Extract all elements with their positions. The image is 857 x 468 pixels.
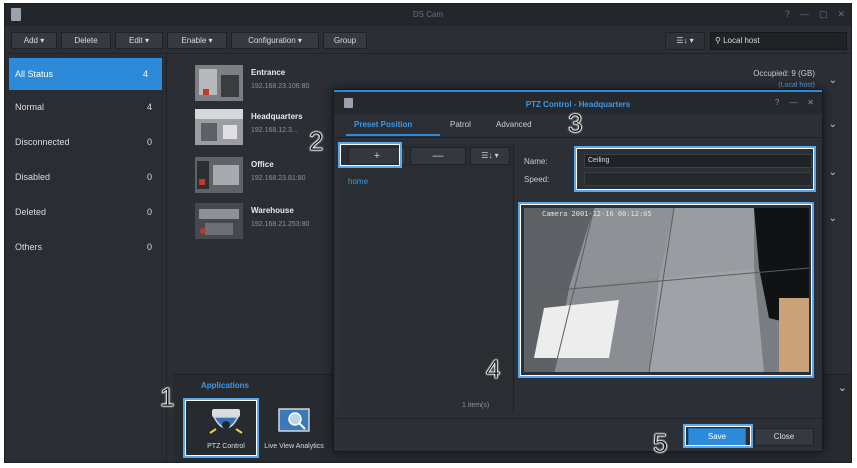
sidebar-item-label: Deleted [15, 207, 47, 217]
step-number-3: 3 [568, 108, 583, 139]
camera-thumbnail [195, 203, 243, 239]
sidebar-item-deleted[interactable]: Deleted 0 [5, 195, 166, 230]
sidebar-item-label: All Status [15, 69, 54, 79]
list-item-home[interactable]: home [348, 177, 368, 186]
camera-thumbnail [195, 65, 243, 101]
window-controls: ? — ▢ ✕ [785, 9, 845, 20]
step-number-4: 4 [486, 354, 501, 385]
dialog-controls: ? — ✕ [775, 98, 814, 107]
sidebar-item-label: Disabled [15, 172, 51, 182]
camera-name: Office [251, 160, 274, 169]
status-sidebar: All Status 4 Normal 4 Disconnected 0 Dis… [5, 55, 167, 462]
camera-ip: 192.168.12.3... [251, 127, 298, 134]
applications-title: Applications [201, 381, 250, 390]
tab-patrol[interactable]: Patrol [450, 120, 471, 129]
camera-ip: 192.168.23.106:80 [251, 83, 310, 90]
remove-preset-button[interactable]: — [410, 147, 466, 165]
sidebar-item-count: 4 [146, 102, 152, 112]
app-label: Live View Analytics [264, 443, 324, 450]
sidebar-item-label: Normal [15, 102, 45, 112]
sidebar-item-disabled[interactable]: Disabled 0 [5, 160, 166, 195]
step-number-1: 1 [160, 382, 175, 413]
edit-button[interactable]: Edit ▾ [115, 32, 163, 49]
toolbar: Add ▾ Delete Edit ▾ Enable ▾ Configurati… [5, 28, 851, 54]
minus-icon: — [432, 150, 444, 162]
window-title: DS Cam [412, 10, 444, 19]
chevron-down-icon[interactable]: ⌄ [829, 119, 837, 130]
camera-thumbnail [195, 109, 243, 145]
sidebar-item-count: 4 [142, 69, 148, 79]
camera-ip: 192.168.23.81:80 [251, 175, 306, 182]
sidebar-item-all-status[interactable]: All Status 4 [9, 58, 162, 90]
add-button[interactable]: Add ▾ [11, 32, 57, 49]
configuration-button[interactable]: Configuration ▾ [231, 32, 319, 49]
storage-occupied: Occupied: 9 (GB) [753, 69, 815, 78]
active-tab-indicator [346, 134, 440, 136]
step-number-5: 5 [653, 428, 668, 459]
chevron-down-icon[interactable]: ⌄ [829, 167, 837, 178]
minimize-icon[interactable]: — [800, 9, 809, 20]
highlight-preview [518, 202, 814, 378]
highlight-ptz-control [183, 398, 259, 458]
help-icon[interactable]: ? [785, 9, 790, 20]
sidebar-item-count: 0 [146, 242, 152, 252]
highlight-name-speed [574, 146, 816, 192]
highlight-add-preset [338, 142, 402, 168]
tab-advanced[interactable]: Advanced [496, 120, 532, 129]
highlight-save [683, 424, 753, 448]
maximize-icon[interactable]: ▢ [819, 9, 828, 20]
sidebar-item-label: Disconnected [15, 137, 70, 147]
view-toggle[interactable]: ☰↓ ▾ [665, 32, 705, 50]
enable-button[interactable]: Enable ▾ [167, 32, 227, 49]
sidebar-item-count: 0 [146, 172, 152, 182]
sidebar-item-disconnected[interactable]: Disconnected 0 [5, 125, 166, 160]
help-icon[interactable]: ? [775, 98, 779, 107]
sidebar-item-normal[interactable]: Normal 4 [5, 90, 166, 125]
speed-label: Speed: [524, 175, 550, 184]
local-host-link[interactable]: (Local host) [778, 82, 815, 89]
camera-name: Entrance [251, 68, 286, 77]
footer-divider [334, 418, 822, 419]
chevron-down-icon[interactable]: ⌄ [829, 213, 837, 224]
close-button[interactable]: Close [754, 428, 814, 446]
sidebar-item-count: 0 [146, 137, 152, 147]
close-icon[interactable]: ✕ [807, 98, 814, 107]
title-bar: DS Cam ? — ▢ ✕ [5, 4, 851, 26]
search-icon: ⚲ [715, 36, 724, 45]
search-value: Local host [723, 36, 760, 45]
close-icon[interactable]: ✕ [837, 9, 845, 20]
camera-ip: 192.168.21.253:80 [251, 221, 310, 228]
step-number-2: 2 [309, 126, 324, 157]
items-count: 1 item(s) [462, 402, 490, 409]
tab-preset-position[interactable]: Preset Position [354, 120, 412, 129]
delete-button[interactable]: Delete [61, 32, 111, 49]
sidebar-item-label: Others [15, 242, 43, 252]
sort-menu-button[interactable]: ☰↓ ▾ [470, 147, 510, 165]
camera-thumbnail [195, 157, 243, 193]
minimize-icon[interactable]: — [789, 98, 797, 107]
sidebar-item-others[interactable]: Others 0 [5, 230, 166, 265]
live-view-analytics-app[interactable]: Live View Analytics [263, 403, 325, 461]
expand-chevron-icon[interactable]: ⌄ [838, 381, 847, 394]
camera-name: Headquarters [251, 112, 303, 121]
analytics-monitor-icon [278, 408, 310, 432]
chevron-down-icon[interactable]: ⌄ [829, 75, 837, 86]
sidebar-item-count: 0 [146, 207, 152, 217]
group-button[interactable]: Group [323, 32, 367, 49]
name-label: Name: [524, 157, 548, 166]
search-input[interactable]: ⚲ Local host [710, 32, 847, 50]
camera-name: Warehouse [251, 206, 294, 215]
